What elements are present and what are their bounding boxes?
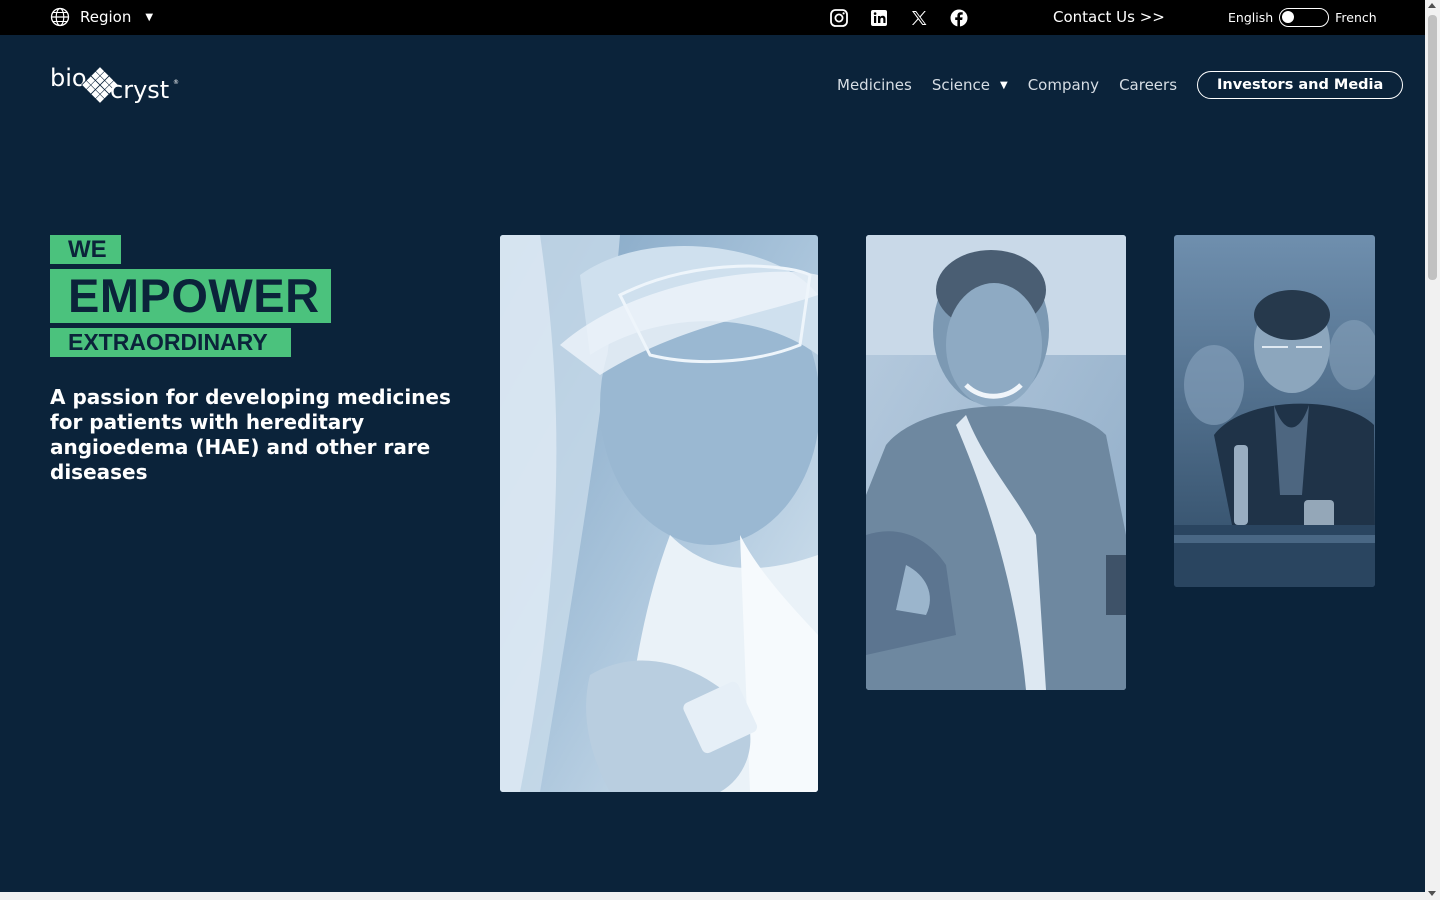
hero-lead-text: A passion for developing medicines for p… [50, 385, 451, 484]
biocryst-logo[interactable]: bio cryst ® [50, 58, 180, 112]
region-label: Region [80, 8, 132, 26]
globe-icon [50, 7, 70, 27]
facebook-icon[interactable] [949, 8, 969, 28]
investors-and-media-button[interactable]: Investors and Media [1197, 71, 1404, 99]
hero-photo-scientist [500, 235, 818, 792]
hero-photo-smiling-man [866, 235, 1126, 690]
chevron-down-icon: ▼ [145, 11, 154, 23]
scrollbar-thumb[interactable] [1428, 15, 1437, 280]
svg-text:bio: bio [50, 64, 87, 92]
language-toggle: English French [1228, 8, 1377, 27]
hero-tag-we: WE [50, 235, 121, 264]
chevron-down-icon: ▼ [999, 79, 1008, 91]
nav-company[interactable]: Company [1028, 76, 1099, 94]
language-switch[interactable] [1279, 8, 1330, 27]
language-french-label: French [1335, 10, 1377, 25]
nav-medicines[interactable]: Medicines [837, 76, 912, 94]
switch-knob [1282, 11, 1295, 23]
vertical-scrollbar[interactable] [1425, 0, 1440, 900]
nav-careers[interactable]: Careers [1119, 76, 1177, 94]
scroll-down-arrow-icon[interactable] [1428, 891, 1436, 896]
nav-science-label: Science [931, 76, 990, 94]
contact-us-link[interactable]: Contact Us >> [1053, 8, 1165, 26]
svg-text:®: ® [173, 79, 179, 86]
instagram-icon[interactable] [829, 8, 849, 28]
hero-tag-extraordinary: EXTRAORDINARY [50, 328, 291, 357]
horizontal-scrollbar-track[interactable] [0, 892, 1425, 900]
hero-tag-empower: EMPOWER [50, 269, 331, 323]
scroll-up-arrow-icon[interactable] [1428, 3, 1436, 8]
nav-science[interactable]: Science ▼ [932, 76, 1008, 94]
x-icon[interactable] [909, 8, 929, 28]
language-english-label: English [1228, 10, 1274, 25]
main-navigation: Medicines Science ▼ Company Careers Inve… [837, 70, 1404, 100]
social-links [829, 8, 969, 28]
region-selector[interactable]: Region ▼ [50, 7, 153, 27]
svg-text:cryst: cryst [110, 76, 169, 104]
hero-photo-man-glasses [1174, 235, 1375, 587]
linkedin-icon[interactable] [869, 8, 889, 28]
top-utility-bar: Region ▼ Contact Us >> English French [0, 0, 1425, 35]
